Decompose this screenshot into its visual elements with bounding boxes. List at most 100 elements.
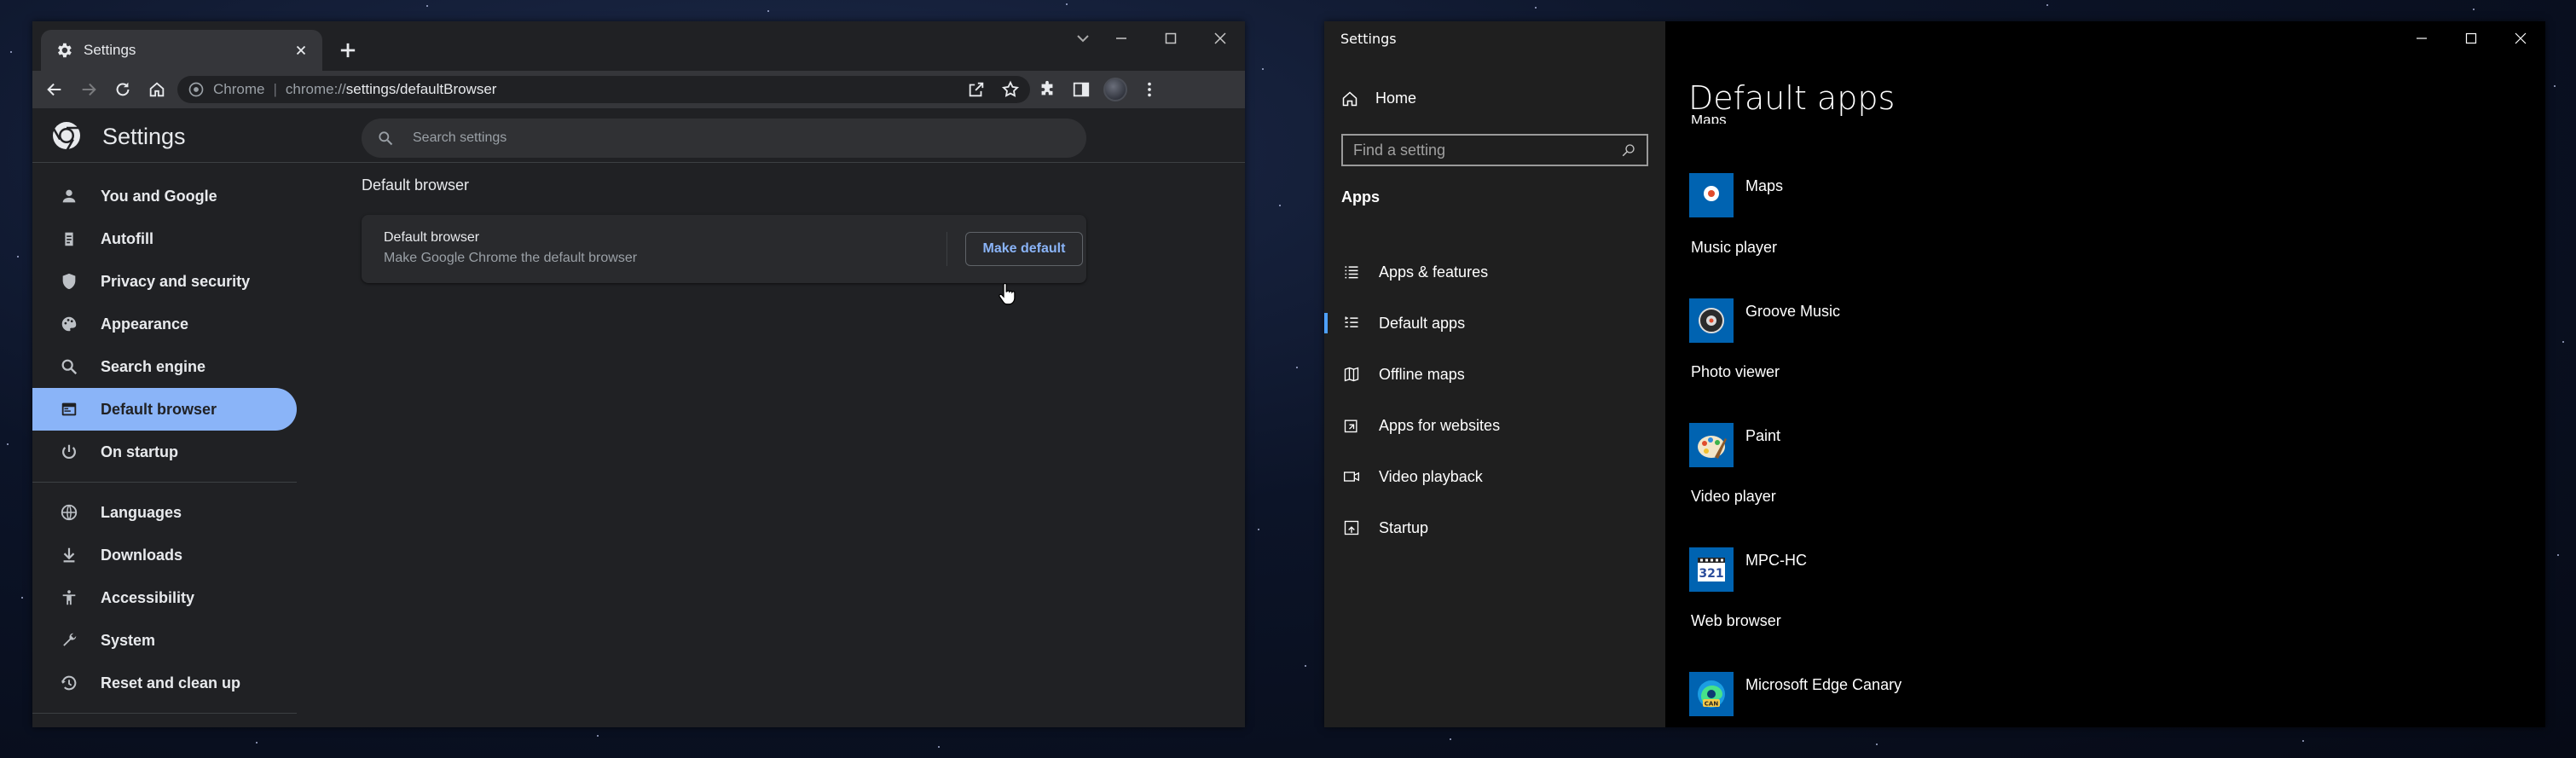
tab-settings[interactable]: Settings — [41, 30, 322, 71]
sidebar-item-autofill[interactable]: Autofill — [32, 217, 297, 260]
svg-text:CAN: CAN — [1705, 701, 1719, 708]
minimize-button[interactable] — [1097, 21, 1146, 55]
browser-icon — [61, 402, 77, 416]
default-app-video[interactable]: 321 MPC-HC — [1689, 547, 1807, 592]
sidebar-item-label: Languages — [101, 503, 182, 521]
share-icon[interactable] — [967, 80, 986, 99]
search-icon — [379, 131, 393, 146]
nav-video-playback[interactable]: Video playback — [1324, 451, 1665, 502]
window-controls — [1097, 21, 1245, 55]
category-label-maps: Maps — [1691, 115, 1727, 124]
nav-label: Video playback — [1379, 467, 1483, 485]
edge-canary-icon: CAN — [1689, 672, 1734, 716]
default-apps-page: Default apps Maps Maps Music player Groo… — [1665, 21, 2545, 727]
avatar[interactable] — [1103, 78, 1127, 101]
nav-label: Default apps — [1379, 314, 1466, 332]
chevron-down-icon[interactable] — [1073, 28, 1093, 49]
maximize-button[interactable] — [1146, 21, 1195, 55]
app-name: MPC-HC — [1745, 551, 1807, 569]
app-name: Maps — [1745, 176, 1784, 194]
default-apps-icon — [1345, 316, 1358, 327]
default-browser-card: Default browser Make Google Chrome the d… — [362, 215, 1086, 283]
chrome-logo-icon — [53, 122, 80, 151]
category-label: Photo viewer — [1691, 363, 1780, 380]
reload-button[interactable] — [106, 74, 140, 105]
close-icon[interactable] — [293, 43, 309, 58]
sidebar-item-appearance[interactable]: Appearance — [32, 303, 297, 345]
sidebar-item-languages[interactable]: Languages — [32, 491, 297, 534]
window-controls — [2397, 21, 2545, 55]
nav-offline-maps[interactable]: Offline maps — [1324, 349, 1665, 400]
bookmark-star-icon[interactable] — [1001, 80, 1020, 99]
shield-icon — [62, 273, 76, 290]
sidebar-item-on-startup[interactable]: On startup — [32, 431, 297, 473]
sidebar-item-privacy[interactable]: Privacy and security — [32, 260, 297, 303]
globe-icon — [61, 504, 78, 521]
power-icon — [62, 444, 76, 460]
wrench-icon — [63, 633, 77, 646]
close-window-button[interactable] — [2496, 21, 2545, 55]
sidebar-item-downloads[interactable]: Downloads — [32, 534, 297, 576]
default-app-maps[interactable]: Maps — [1689, 173, 1783, 217]
address-bar[interactable]: Chrome | chrome:// settings/defaultBrows… — [177, 76, 1030, 103]
page-title: Default apps — [1688, 79, 1896, 117]
default-app-web-browser[interactable]: CAN Microsoft Edge Canary — [1689, 672, 1902, 716]
sidebar-item-search-engine[interactable]: Search engine — [32, 345, 297, 388]
category-label: Video player — [1691, 488, 1776, 505]
chrome-titlebar: Settings — [32, 21, 1245, 71]
nav-label: Apps for websites — [1379, 416, 1501, 434]
back-button[interactable] — [38, 74, 72, 105]
close-window-button[interactable] — [1195, 21, 1245, 55]
nav-apps-for-websites[interactable]: Apps for websites — [1324, 400, 1665, 451]
download-icon — [63, 547, 75, 563]
close-icon — [2515, 32, 2527, 44]
nav-default-apps[interactable]: Default apps — [1324, 298, 1665, 349]
find-setting-input[interactable]: Find a setting — [1341, 134, 1648, 166]
nav-label: Apps & features — [1379, 263, 1489, 281]
chrome-toolbar: Chrome | chrome:// settings/defaultBrows… — [32, 71, 1245, 108]
sidebar-item-you-and-google[interactable]: You and Google — [32, 175, 297, 217]
paint-icon — [1689, 423, 1734, 467]
maximize-icon — [2465, 32, 2477, 44]
default-app-photo[interactable]: Paint — [1689, 423, 1780, 467]
reload-icon — [116, 82, 130, 96]
kebab-menu-icon — [1148, 82, 1151, 97]
open-external-icon — [1344, 420, 1357, 433]
home-label: Home — [1375, 90, 1417, 107]
minimize-button[interactable] — [2397, 21, 2446, 55]
home-icon — [149, 82, 165, 97]
gear-icon — [58, 43, 72, 58]
minimize-icon — [2417, 38, 2427, 39]
maximize-button[interactable] — [2446, 21, 2496, 55]
svg-text:321: 321 — [1699, 567, 1723, 581]
side-panel-button[interactable] — [1064, 74, 1098, 105]
sidebar-item-label: On startup — [101, 443, 179, 460]
search-input[interactable]: Search settings — [362, 119, 1086, 158]
home-button[interactable] — [140, 74, 174, 105]
video-icon — [1344, 472, 1359, 482]
search-icon — [61, 359, 78, 375]
category-label: Web browser — [1691, 612, 1781, 629]
sidebar-item-default-browser[interactable]: Default browser — [32, 388, 297, 431]
sidebar-item-reset[interactable]: Reset and clean up — [32, 662, 297, 704]
maps-app-icon — [1689, 173, 1734, 217]
nav-label: Offline maps — [1379, 365, 1465, 383]
forward-button[interactable] — [72, 74, 106, 105]
sidebar-item-system[interactable]: System — [32, 619, 297, 662]
nav-startup[interactable]: Startup — [1324, 502, 1665, 553]
search-placeholder: Search settings — [413, 130, 507, 145]
nav-apps-features[interactable]: Apps & features — [1324, 246, 1665, 298]
sidebar-item-accessibility[interactable]: Accessibility — [32, 576, 297, 619]
default-app-music[interactable]: Groove Music — [1689, 298, 1840, 343]
app-name: Microsoft Edge Canary — [1745, 675, 1902, 693]
page-title: Settings — [102, 124, 186, 149]
new-tab-icon[interactable] — [336, 38, 360, 62]
menu-button[interactable] — [1132, 74, 1166, 105]
url-path: settings/defaultBrowser — [345, 81, 497, 97]
make-default-button[interactable]: Make default — [965, 232, 1083, 266]
extensions-button[interactable] — [1030, 74, 1064, 105]
home-link[interactable]: Home — [1341, 90, 1416, 107]
sidebar-divider — [32, 713, 297, 714]
settings-sidebar: You and Google Autofill Privacy and secu… — [32, 175, 297, 722]
windows-settings-window: Settings Home Find a setting Apps Apps &… — [1324, 21, 2545, 727]
